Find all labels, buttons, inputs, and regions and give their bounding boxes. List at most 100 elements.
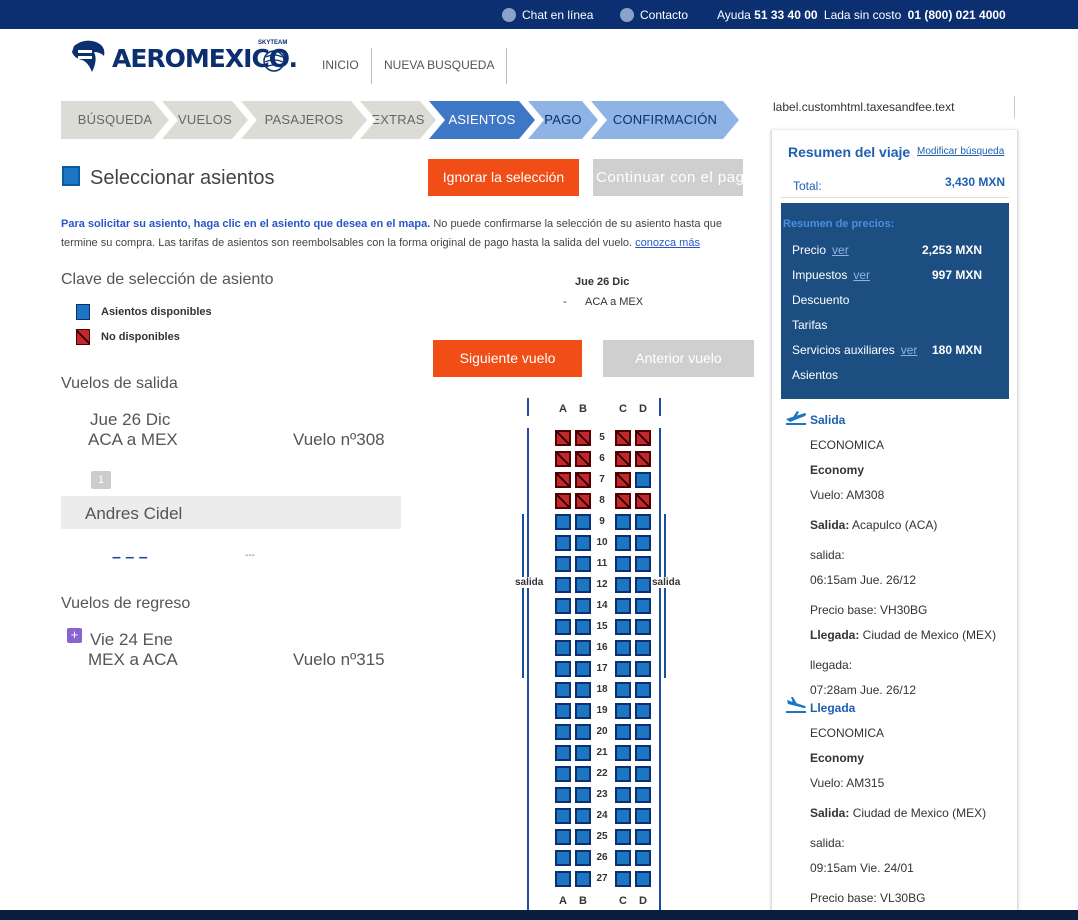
seat-26a[interactable]	[555, 850, 571, 866]
seat-21d[interactable]	[635, 745, 651, 761]
detail-dep_word: salida:	[810, 548, 845, 562]
seat-11a[interactable]	[555, 556, 571, 572]
seat-8b	[575, 493, 591, 509]
seat-11b[interactable]	[575, 556, 591, 572]
seat-27c[interactable]	[615, 871, 631, 887]
seat-15c[interactable]	[615, 619, 631, 635]
seat-9d[interactable]	[635, 514, 651, 530]
nav-inicio[interactable]: INICIO	[322, 58, 359, 72]
next-flight-button[interactable]: Siguiente vuelo	[433, 340, 582, 377]
seat-27d[interactable]	[635, 871, 651, 887]
seat-22d[interactable]	[635, 766, 651, 782]
previous-flight-button[interactable]: Anterior vuelo	[603, 340, 754, 377]
seat-15a[interactable]	[555, 619, 571, 635]
seat-10a[interactable]	[555, 535, 571, 551]
seat-25d[interactable]	[635, 829, 651, 845]
seat-14d[interactable]	[635, 598, 651, 614]
seat-27a[interactable]	[555, 871, 571, 887]
seat-16d[interactable]	[635, 640, 651, 656]
seat-26d[interactable]	[635, 850, 651, 866]
seat-25a[interactable]	[555, 829, 571, 845]
seat-19a[interactable]	[555, 703, 571, 719]
seat-14b[interactable]	[575, 598, 591, 614]
seat-22c[interactable]	[615, 766, 631, 782]
seat-17a[interactable]	[555, 661, 571, 677]
total-label: Total:	[793, 179, 822, 193]
seat-12b[interactable]	[575, 577, 591, 593]
price-detail-link[interactable]: ver	[832, 243, 849, 257]
seat-23c[interactable]	[615, 787, 631, 803]
seat-17d[interactable]	[635, 661, 651, 677]
seat-23d[interactable]	[635, 787, 651, 803]
seat-15d[interactable]	[635, 619, 651, 635]
seat-27b[interactable]	[575, 871, 591, 887]
seat-12a[interactable]	[555, 577, 571, 593]
seat-16c[interactable]	[615, 640, 631, 656]
seat-18b[interactable]	[575, 682, 591, 698]
seat-17c[interactable]	[615, 661, 631, 677]
seat-14c[interactable]	[615, 598, 631, 614]
seat-7d[interactable]	[635, 472, 651, 488]
seat-21c[interactable]	[615, 745, 631, 761]
step-pasajeros[interactable]: PASAJEROS	[241, 101, 367, 139]
seat-9c[interactable]	[615, 514, 631, 530]
seat-9b[interactable]	[575, 514, 591, 530]
continue-payment-button[interactable]: Continuar con el pag	[593, 159, 743, 196]
step-confirmacion[interactable]: CONFIRMACIÓN	[591, 101, 739, 139]
seat-12c[interactable]	[615, 577, 631, 593]
learn-more-link[interactable]: conozca más	[635, 237, 700, 249]
step-vuelos[interactable]: VUELOS	[162, 101, 248, 139]
seat-20c[interactable]	[615, 724, 631, 740]
chat-link[interactable]: Chat en línea	[502, 8, 593, 22]
seat-19d[interactable]	[635, 703, 651, 719]
seat-24d[interactable]	[635, 808, 651, 824]
ignore-selection-button[interactable]: Ignorar la selección	[428, 159, 579, 196]
seat-10b[interactable]	[575, 535, 591, 551]
seat-16b[interactable]	[575, 640, 591, 656]
legend-title: Clave de selección de asiento	[61, 271, 274, 288]
seat-21b[interactable]	[575, 745, 591, 761]
seat-18d[interactable]	[635, 682, 651, 698]
seat-12d[interactable]	[635, 577, 651, 593]
seat-22a[interactable]	[555, 766, 571, 782]
seat-15b[interactable]	[575, 619, 591, 635]
seat-18a[interactable]	[555, 682, 571, 698]
price-detail-link[interactable]: ver	[853, 268, 870, 282]
seat-24a[interactable]	[555, 808, 571, 824]
step-extras[interactable]: EXTRAS	[360, 101, 436, 139]
seat-11c[interactable]	[615, 556, 631, 572]
modify-search-link[interactable]: Modificar búsqueda	[917, 146, 1004, 157]
seat-16a[interactable]	[555, 640, 571, 656]
step-busqueda[interactable]: BÚSQUEDA	[61, 101, 169, 139]
seat-23b[interactable]	[575, 787, 591, 803]
seat-10c[interactable]	[615, 535, 631, 551]
seat-20a[interactable]	[555, 724, 571, 740]
seat-23a[interactable]	[555, 787, 571, 803]
step-asientos[interactable]: ASIENTOS	[429, 101, 535, 139]
seat-9a[interactable]	[555, 514, 571, 530]
contact-link[interactable]: Contacto	[620, 8, 688, 22]
seat-19b[interactable]	[575, 703, 591, 719]
seat-10d[interactable]	[635, 535, 651, 551]
step-pago[interactable]: PAGO	[528, 101, 598, 139]
seat-14a[interactable]	[555, 598, 571, 614]
seat-18c[interactable]	[615, 682, 631, 698]
seat-24c[interactable]	[615, 808, 631, 824]
seat-26b[interactable]	[575, 850, 591, 866]
seat-17b[interactable]	[575, 661, 591, 677]
seat-22b[interactable]	[575, 766, 591, 782]
seat-20b[interactable]	[575, 724, 591, 740]
row-number: 22	[596, 768, 608, 779]
seat-25c[interactable]	[615, 829, 631, 845]
seat-11d[interactable]	[635, 556, 651, 572]
seat-20d[interactable]	[635, 724, 651, 740]
expand-plus-icon[interactable]: +	[67, 628, 82, 643]
seat-21a[interactable]	[555, 745, 571, 761]
seat-26c[interactable]	[615, 850, 631, 866]
seat-25b[interactable]	[575, 829, 591, 845]
aeromexico-logo[interactable]: AEROMEXICO. SKYTEAM	[70, 38, 298, 78]
seat-24b[interactable]	[575, 808, 591, 824]
nav-nueva-busqueda[interactable]: NUEVA BUSQUEDA	[384, 58, 494, 72]
price-detail-link[interactable]: ver	[901, 343, 918, 357]
seat-19c[interactable]	[615, 703, 631, 719]
